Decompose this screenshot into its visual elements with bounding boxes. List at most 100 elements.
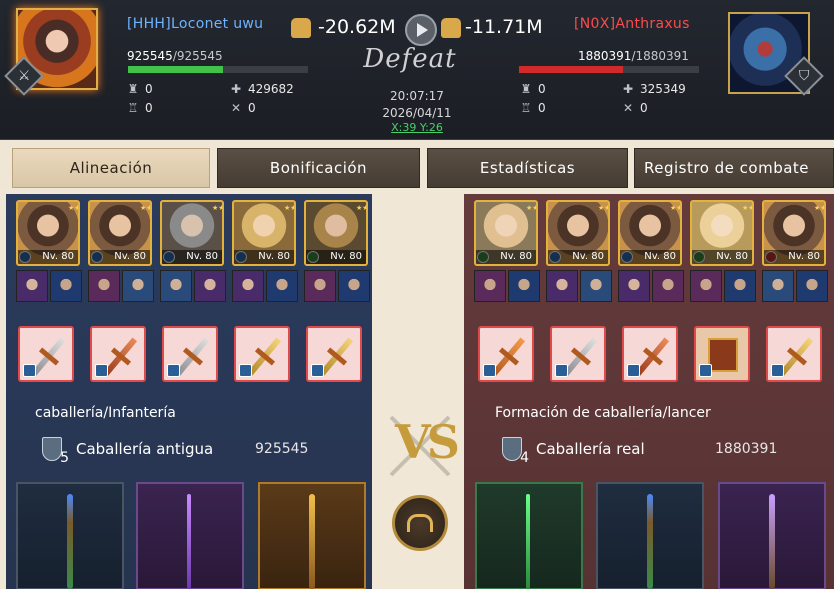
left-formation-label: caballería/Infantería: [35, 405, 176, 421]
right-power-loss: -11.71M: [465, 16, 543, 38]
left-hero-2[interactable]: ★★★★Nv. 80: [88, 200, 152, 266]
battle-time: 20:07:17: [390, 89, 444, 103]
right-stat-a: ♜ 0: [520, 82, 546, 96]
left-lineup-panel: ★★★★Nv. 80 ★★★★Nv. 80 ★★★★Nv. 80 ★★★★Nv.…: [6, 194, 372, 589]
report-tabs: Alineación Bonificación Estadísticas Reg…: [0, 140, 834, 192]
right-lineup-panel: ★★★★Nv. 80 ★★★★Nv. 80 ★★★★Nv. 80 ★★★★Nv.…: [464, 194, 834, 589]
battle-date: 2026/04/11: [382, 106, 452, 120]
left-equipment-3[interactable]: [258, 482, 366, 589]
sub-hero[interactable]: [16, 270, 48, 302]
right-equipment-3[interactable]: [718, 482, 826, 589]
right-troop-name: Caballería real: [536, 440, 645, 458]
left-hp-text: 925545/925545: [127, 49, 223, 63]
sub-hero[interactable]: [338, 270, 370, 302]
right-stat-c: ♖ 0: [520, 101, 546, 115]
left-hero-3[interactable]: ★★★★Nv. 80: [160, 200, 224, 266]
sub-hero[interactable]: [160, 270, 192, 302]
right-gear-5[interactable]: [766, 326, 822, 382]
right-troop-count: 1880391: [715, 441, 778, 457]
left-gear-3[interactable]: [162, 326, 218, 382]
right-equipment-1[interactable]: [475, 482, 583, 589]
right-sub-heroes-3: [618, 270, 684, 302]
left-sub-heroes-4: [232, 270, 298, 302]
sub-hero[interactable]: [508, 270, 540, 302]
right-troop-row: 4 Caballería real: [502, 437, 645, 466]
left-hero-5[interactable]: ★★★★Nv. 80: [304, 200, 368, 266]
heal-cross-icon: ✚: [230, 82, 242, 96]
cavalry-tier-icon: 5: [42, 437, 69, 466]
sub-hero[interactable]: [724, 270, 756, 302]
sub-hero[interactable]: [122, 270, 154, 302]
left-equipment-2[interactable]: [136, 482, 244, 589]
sub-hero[interactable]: [618, 270, 650, 302]
right-gear-2[interactable]: [550, 326, 606, 382]
right-gear-4[interactable]: [694, 326, 750, 382]
left-sub-heroes-5: [304, 270, 370, 302]
tower-icon: ♖: [127, 101, 139, 115]
left-gear-4[interactable]: [234, 326, 290, 382]
right-hero-3[interactable]: ★★★★Nv. 80: [618, 200, 682, 266]
left-troop-count: 925545: [255, 441, 309, 457]
tower-icon: ♖: [520, 101, 532, 115]
right-hero-1[interactable]: ★★★★Nv. 80: [474, 200, 538, 266]
fist-icon: [291, 18, 311, 38]
right-hero-2[interactable]: ★★★★Nv. 80: [546, 200, 610, 266]
right-equipment-2[interactable]: [596, 482, 704, 589]
right-stat-b: ✚ 325349: [622, 82, 686, 96]
tab-estadisticas[interactable]: Estadísticas: [427, 148, 628, 188]
right-sub-heroes-4: [690, 270, 756, 302]
battle-header: ⚔ ⛉ [HHH]Loconet uwu 925545/925545 ♜ 0 ♖ 0…: [0, 0, 834, 140]
left-troop-name: Caballería antigua: [76, 440, 214, 458]
right-player-name[interactable]: [N0X]Anthraxus: [574, 16, 690, 32]
battle-coords-link[interactable]: X:39 Y:26: [360, 121, 474, 134]
sub-hero[interactable]: [88, 270, 120, 302]
cavalry-tier-icon: 4: [502, 437, 529, 466]
left-hero-4[interactable]: ★★★★Nv. 80: [232, 200, 296, 266]
codex-icon[interactable]: [392, 495, 448, 551]
left-stat-d: ✕ 0: [230, 101, 256, 115]
play-icon: [417, 23, 428, 37]
sub-hero[interactable]: [194, 270, 226, 302]
left-stat-a: ♜ 0: [127, 82, 153, 96]
left-player-name[interactable]: [HHH]Loconet uwu: [127, 16, 263, 32]
right-hero-5[interactable]: ★★★★Nv. 80: [762, 200, 826, 266]
crossed-swords-icon: ✕: [622, 101, 634, 115]
lineup-content: ★★★★Nv. 80 ★★★★Nv. 80 ★★★★Nv. 80 ★★★★Nv.…: [0, 190, 834, 589]
sub-hero[interactable]: [652, 270, 684, 302]
sub-hero[interactable]: [690, 270, 722, 302]
left-stat-c: ♖ 0: [127, 101, 153, 115]
right-formation-label: Formación de caballería/lancer: [495, 405, 711, 421]
sub-hero[interactable]: [266, 270, 298, 302]
left-gear-5[interactable]: [306, 326, 362, 382]
right-hp-text: 1880391/1880391: [578, 49, 689, 63]
tab-registro-de-combate[interactable]: Registro de combate: [634, 148, 834, 188]
sub-hero[interactable]: [232, 270, 264, 302]
right-gear-3[interactable]: [622, 326, 678, 382]
sub-hero[interactable]: [796, 270, 828, 302]
left-sub-heroes-2: [88, 270, 154, 302]
tab-bonificacion[interactable]: Bonificación: [217, 148, 420, 188]
left-equipment-1[interactable]: [16, 482, 124, 589]
replay-button[interactable]: [405, 14, 437, 46]
right-hero-4[interactable]: ★★★★Nv. 80: [690, 200, 754, 266]
left-gear-2[interactable]: [90, 326, 146, 382]
left-power-loss: -20.62M: [318, 16, 396, 38]
heal-cross-icon: ✚: [622, 82, 634, 96]
sub-hero[interactable]: [762, 270, 794, 302]
sub-hero[interactable]: [474, 270, 506, 302]
crossed-swords-icon: ✕: [230, 101, 242, 115]
left-stat-b: ✚ 429682: [230, 82, 294, 96]
helmet-icon: ♜: [127, 82, 139, 96]
sub-hero[interactable]: [304, 270, 336, 302]
left-hero-1[interactable]: ★★★★Nv. 80: [16, 200, 80, 266]
left-troop-row: 5 Caballería antigua: [42, 437, 214, 466]
tab-alineacion[interactable]: Alineación: [12, 148, 210, 188]
left-gear-1[interactable]: [18, 326, 74, 382]
right-gear-1[interactable]: [478, 326, 534, 382]
sub-hero[interactable]: [50, 270, 82, 302]
sub-hero[interactable]: [580, 270, 612, 302]
right-stat-d: ✕ 0: [622, 101, 648, 115]
sub-hero[interactable]: [546, 270, 578, 302]
right-hp-bar: [518, 65, 700, 74]
helmet-icon: ♜: [520, 82, 532, 96]
